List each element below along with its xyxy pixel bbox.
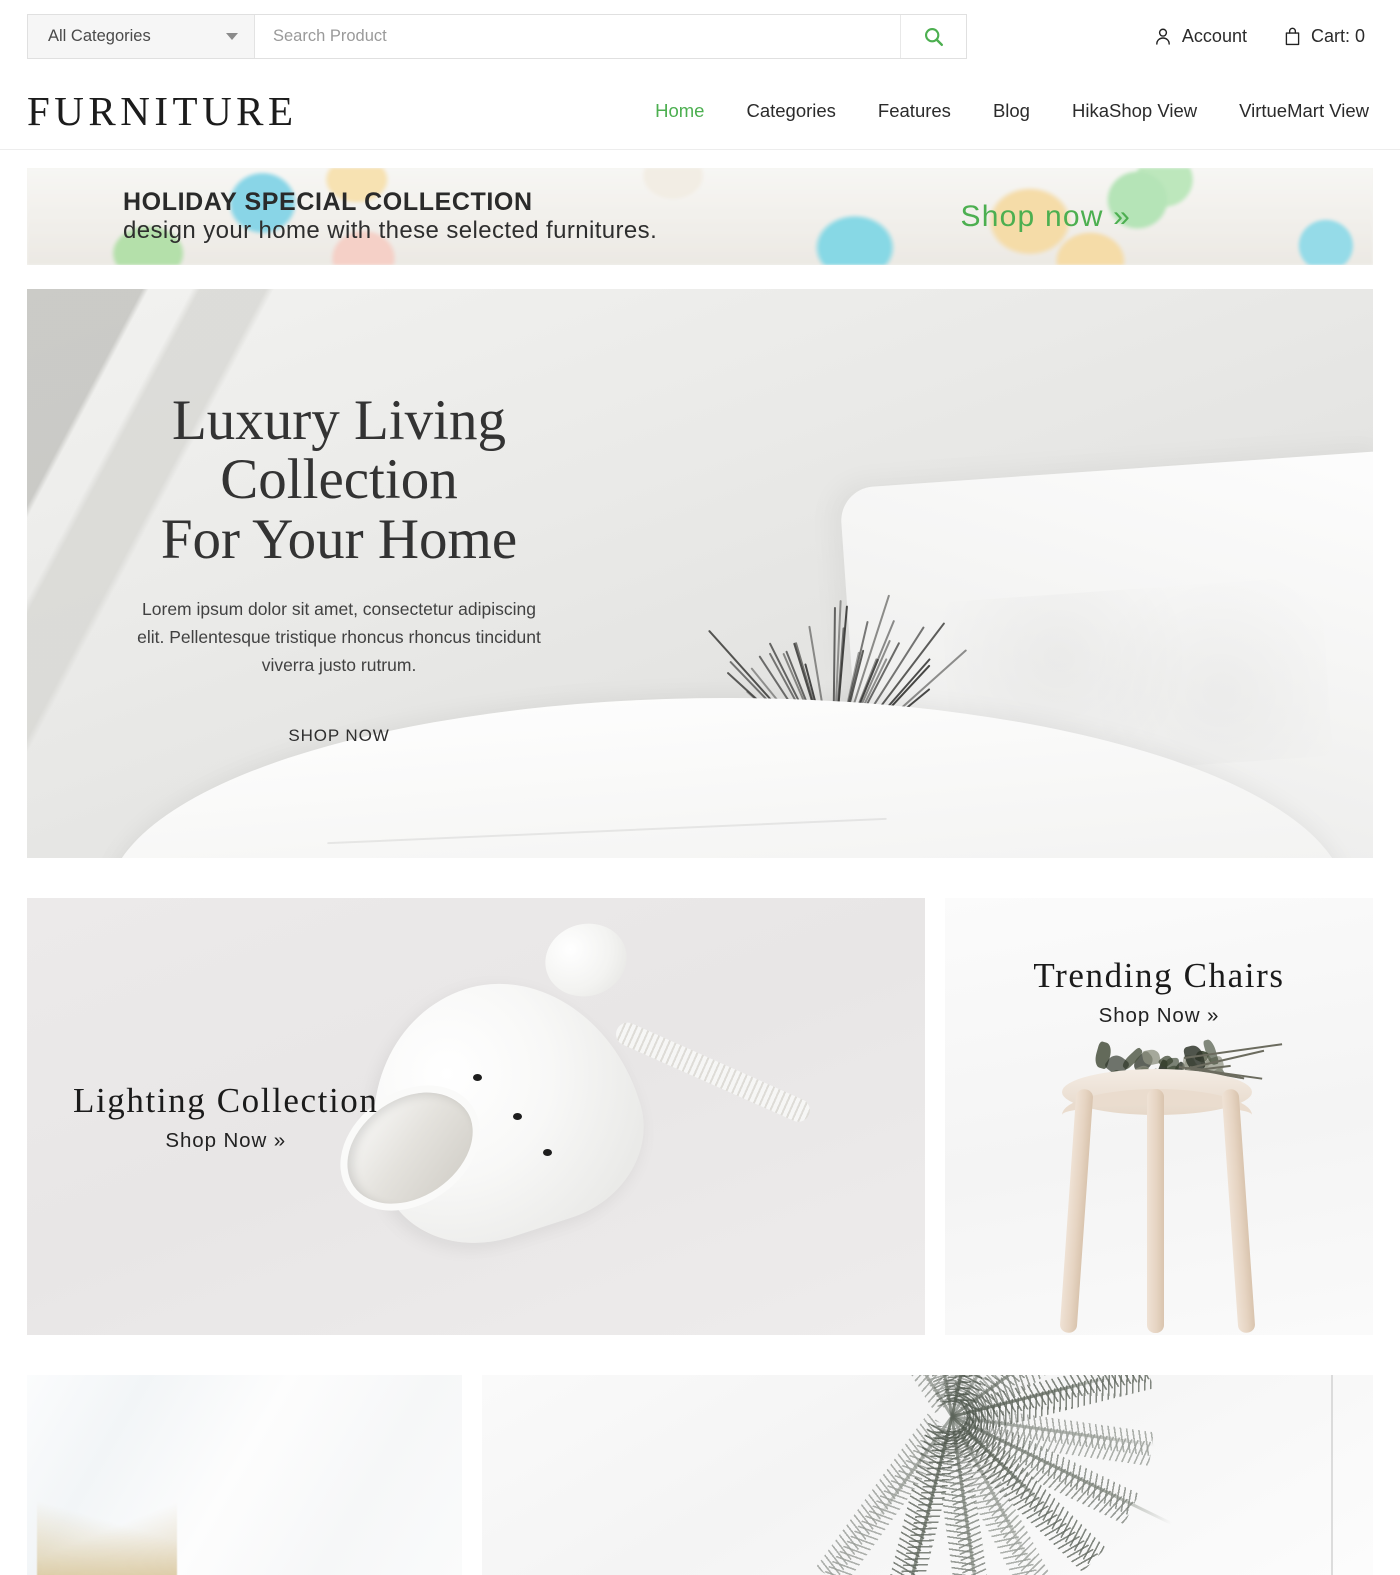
- category-select[interactable]: All Categories: [28, 15, 255, 58]
- hero-content: Luxury Living Collection For Your Home L…: [27, 289, 587, 746]
- promo-banner-subtitle: design your home with these selected fur…: [123, 217, 657, 245]
- nav-item-features[interactable]: Features: [878, 100, 951, 122]
- category-card-lighting[interactable]: Lighting Collection Shop Now »: [27, 898, 925, 1335]
- cart-label: Cart: 0: [1311, 26, 1365, 47]
- stool-leg: [1147, 1089, 1164, 1333]
- lamp-knob: [537, 914, 636, 1006]
- lighting-card-title: Lighting Collection: [73, 1081, 379, 1121]
- promo-shop-now-link[interactable]: Shop now »: [961, 200, 1131, 234]
- chairs-card-title: Trending Chairs: [945, 956, 1373, 996]
- window-frame: [1331, 1375, 1333, 1575]
- lamp-illustration: [295, 906, 895, 1306]
- nav-item-blog[interactable]: Blog: [993, 100, 1030, 122]
- hero-description: Lorem ipsum dolor sit amet, consectetur …: [91, 595, 587, 680]
- lamp-vent-hole: [513, 1113, 522, 1120]
- account-link[interactable]: Account: [1153, 26, 1247, 47]
- nav-item-hikashop-view[interactable]: HikaShop View: [1072, 100, 1197, 122]
- hero-title-line-2: Collection: [91, 450, 587, 509]
- top-bar-actions: Account Cart: 0: [1153, 26, 1373, 47]
- promo-banner-title: HOLIDAY SPECIAL COLLECTION: [123, 188, 657, 218]
- search-button[interactable]: [900, 15, 966, 58]
- lamp-neck: [612, 1019, 813, 1125]
- lighting-card-caption: Lighting Collection Shop Now »: [73, 1081, 379, 1153]
- nav-item-categories[interactable]: Categories: [746, 100, 835, 122]
- category-select-value: All Categories: [48, 27, 151, 46]
- chevron-down-icon: [226, 33, 238, 40]
- search-bar: All Categories: [27, 14, 967, 59]
- stool-leg: [1222, 1089, 1256, 1334]
- search-input[interactable]: [255, 15, 900, 58]
- category-cards-row: Lighting Collection Shop Now » Trending …: [27, 898, 1373, 1335]
- user-icon: [1153, 26, 1173, 47]
- category-card-chairs[interactable]: Trending Chairs Shop Now »: [945, 898, 1373, 1335]
- lamp-vent-hole: [473, 1074, 482, 1081]
- main-navigation: Home Categories Features Blog HikaShop V…: [655, 100, 1373, 122]
- bag-icon: [1283, 26, 1302, 47]
- hero-shop-now-button[interactable]: SHOP NOW: [91, 726, 587, 746]
- hero-title: Luxury Living Collection For Your Home: [91, 391, 587, 569]
- bottom-cards-row: [27, 1375, 1373, 1575]
- promo-banner-text: HOLIDAY SPECIAL COLLECTION design your h…: [123, 188, 657, 246]
- bottom-card-left[interactable]: [27, 1375, 462, 1575]
- site-header: FURNITURE Home Categories Features Blog …: [0, 72, 1400, 150]
- lamp-vent-hole: [543, 1149, 552, 1156]
- chairs-card-shop-now-link[interactable]: Shop Now »: [945, 1004, 1373, 1028]
- search-icon: [923, 26, 944, 47]
- hero-banner: Luxury Living Collection For Your Home L…: [27, 289, 1373, 858]
- stool-leg: [1060, 1089, 1094, 1334]
- nav-item-home[interactable]: Home: [655, 100, 704, 122]
- site-logo[interactable]: FURNITURE: [27, 87, 298, 135]
- stool-illustration: [1054, 1053, 1264, 1333]
- promo-banner[interactable]: HOLIDAY SPECIAL COLLECTION design your h…: [27, 168, 1373, 265]
- nav-item-virtuemart-view[interactable]: VirtueMart View: [1239, 100, 1369, 122]
- cart-link[interactable]: Cart: 0: [1283, 26, 1365, 47]
- lighting-card-shop-now-link[interactable]: Shop Now »: [73, 1129, 379, 1153]
- palm-plant-illustration: [672, 1375, 1232, 1575]
- hero-title-line-1: Luxury Living: [91, 391, 587, 450]
- chairs-card-caption: Trending Chairs Shop Now »: [945, 956, 1373, 1028]
- account-label: Account: [1182, 26, 1247, 47]
- bottom-card-right[interactable]: [482, 1375, 1373, 1575]
- promo-banner-content: HOLIDAY SPECIAL COLLECTION design your h…: [27, 168, 1373, 265]
- hero-title-line-3: For Your Home: [91, 510, 587, 569]
- top-bar: All Categories Account Cart: 0: [0, 0, 1400, 72]
